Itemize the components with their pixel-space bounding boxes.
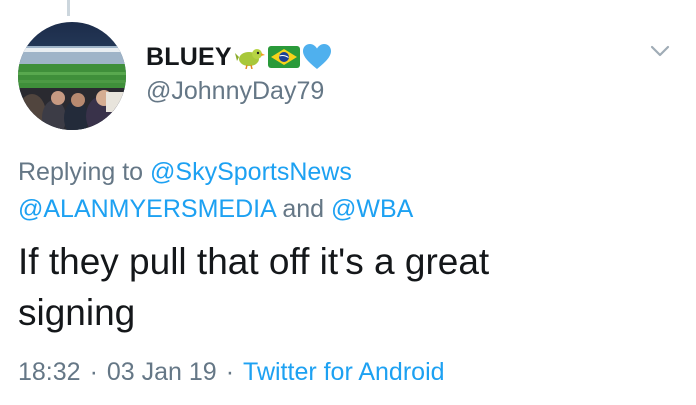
chevron-down-icon[interactable] xyxy=(649,40,671,62)
replying-prefix: Replying to xyxy=(18,158,144,186)
meta-separator: · xyxy=(225,358,235,386)
name-row: BLUEY xyxy=(146,40,331,74)
meta-separator: · xyxy=(89,358,98,386)
replying-to: Replying to @SkySportsNews @ALANMYERSMED… xyxy=(18,154,678,228)
bird-emoji-icon xyxy=(234,45,265,69)
tweet-header: BLUEY @JohnnyDay79 xyxy=(146,40,331,106)
blue-heart-icon xyxy=(302,44,331,70)
thread-connector-line xyxy=(67,0,70,16)
tweet-time[interactable]: 18:32 xyxy=(18,358,81,387)
mention-link[interactable]: @SkySportsNews xyxy=(150,158,352,186)
tweet-text: If they pull that off it's a great signi… xyxy=(18,236,678,338)
brazil-flag-icon xyxy=(267,46,300,68)
tweet-source-link[interactable]: Twitter for Android xyxy=(243,358,444,387)
mention-link[interactable]: @ALANMYERSMEDIA xyxy=(18,195,275,223)
display-name[interactable]: BLUEY xyxy=(146,43,232,72)
tweet-meta: 18:32 · 03 Jan 19 · Twitter for Android xyxy=(18,358,445,387)
mention-link[interactable]: @WBA xyxy=(331,195,413,223)
tweet-text-line: If they pull that off it's a great xyxy=(18,241,490,282)
replying-joiner: and xyxy=(282,195,325,223)
avatar[interactable] xyxy=(18,22,126,130)
tweet-date[interactable]: 03 Jan 19 xyxy=(107,358,217,387)
tweet-text-line: signing xyxy=(18,292,136,333)
user-handle[interactable]: @JohnnyDay79 xyxy=(146,77,331,106)
